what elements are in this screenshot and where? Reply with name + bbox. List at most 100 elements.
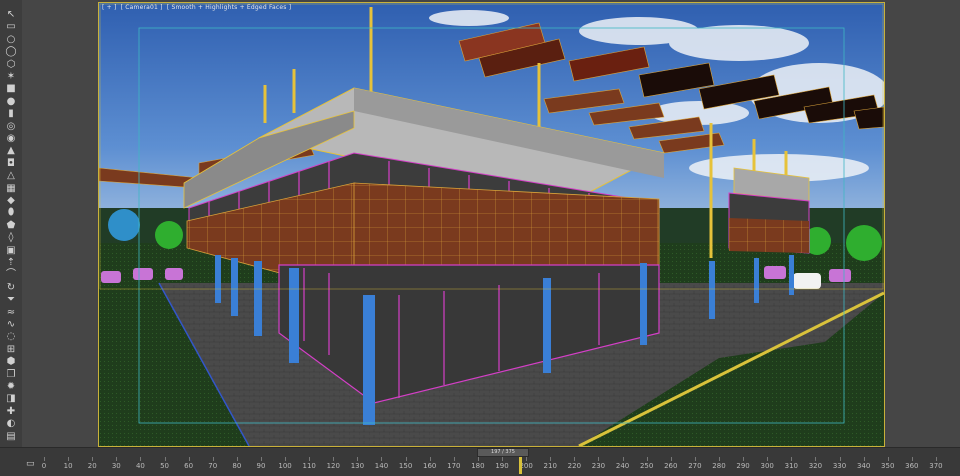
timeline-tick-label: 330 (832, 462, 847, 470)
timeline-tick (68, 457, 70, 461)
timeline[interactable]: 197 / 375 ▭ 0 10 20 30 40 50 60 70 80 90 100 110 120… (0, 447, 960, 476)
tube-icon[interactable]: ◘ (4, 157, 18, 170)
torus-icon[interactable]: ◎ (4, 120, 18, 133)
star-icon[interactable]: ✶ (4, 70, 18, 83)
pyramid-icon[interactable]: △ (4, 169, 18, 182)
timeline-tick (333, 457, 335, 461)
create-toolbar: ↖ ▭ ○ ◯ ⬡ ✶ ■ ● ▮ ◎ ◉ ▲ ◘ △ ▦ ◆ ⬮ ⬟ ◊ ▣ ⇡ ⌒ ↻ ⏷ ≈ ∿ ◌ ⊞ ⬢ ❐ ✹ ◨ ✚ ◐ ▤ (0, 0, 23, 452)
viewport-camera-label[interactable]: [ Camera01 ] (121, 4, 163, 11)
teapot-icon[interactable]: ◉ (4, 132, 18, 145)
timeline-tick-label: 20 (87, 462, 97, 470)
timeline-tick (598, 457, 600, 461)
timeline-tick (791, 457, 793, 461)
select-object-icon[interactable]: ↖ (4, 8, 18, 21)
helper-icon[interactable]: ✚ (4, 405, 18, 418)
viewport-menu[interactable]: [ + ] (102, 4, 117, 11)
render-icon[interactable]: ▤ (4, 430, 18, 443)
timeline-tick (188, 457, 190, 461)
timeline-tick-label: 140 (374, 462, 389, 470)
noise-icon[interactable]: ≈ (4, 306, 18, 319)
timeline-tick (935, 457, 937, 461)
timeline-tick-label: 110 (302, 462, 316, 470)
timeline-tick-label: 150 (398, 462, 413, 470)
timeline-tick-label: 260 (664, 462, 678, 470)
timeline-tick (140, 457, 142, 461)
timeline-track[interactable]: 0 10 20 30 40 50 60 70 80 90 100 110 120 130 140 150 160… (42, 457, 948, 474)
spindle-icon[interactable]: ◊ (4, 231, 18, 244)
timeline-tick (670, 457, 672, 461)
timeline-tick (743, 457, 745, 461)
timeline-tick-label: 220 (567, 462, 582, 470)
viewport-label[interactable]: [ + ] [ Camera01 ] [ Smooth + Highlights… (102, 4, 293, 11)
timeline-tick (381, 457, 383, 461)
timeline-tick (116, 457, 118, 461)
timeline-tick (718, 457, 720, 461)
timeline-tick-label: 230 (591, 462, 606, 470)
timeline-tick-label: 270 (688, 462, 702, 470)
timeline-tick (887, 457, 889, 461)
camera-icon[interactable]: ◨ (4, 392, 18, 405)
timeline-tick (767, 457, 769, 461)
timeline-tick (863, 457, 865, 461)
timeline-tick (815, 457, 817, 461)
cylinder-icon[interactable]: ▮ (4, 107, 18, 120)
viewport-shading-label[interactable]: [ Smooth + Highlights + Edged Faces ] (167, 4, 291, 11)
ngon-icon[interactable]: ⬡ (4, 58, 18, 71)
timeline-tick-label: 190 (495, 462, 509, 470)
timeline-tick-label: 340 (856, 462, 871, 470)
viewport-left-gutter (22, 0, 98, 447)
timeline-tick (164, 457, 166, 461)
rectangle-icon[interactable]: ▭ (4, 20, 18, 33)
cone-icon[interactable]: ▲ (4, 144, 18, 157)
timeline-tick (92, 457, 94, 461)
timeline-tick-label: 280 (712, 462, 726, 470)
material-icon[interactable]: ◐ (4, 417, 18, 430)
timeline-tick (212, 457, 214, 461)
timeline-tick-label: 210 (543, 462, 557, 470)
timeline-tick-label: 240 (615, 462, 630, 470)
timeline-tick-label: 170 (447, 462, 461, 470)
timeline-toggle-icon[interactable]: ▭ (26, 459, 35, 469)
mesh-smooth-icon[interactable]: ⬢ (4, 355, 18, 368)
timeline-tick (285, 457, 287, 461)
lattice-icon[interactable]: ⊞ (4, 343, 18, 356)
extrude-icon[interactable]: ⇡ (4, 256, 18, 269)
timeline-tick (646, 457, 648, 461)
timeline-tick (357, 457, 359, 461)
timeline-tick-label: 310 (784, 462, 798, 470)
sphere-icon[interactable]: ● (4, 95, 18, 108)
wave-icon[interactable]: ∿ (4, 318, 18, 331)
timeline-tick-label: 180 (471, 462, 485, 470)
twist-icon[interactable]: ↻ (4, 281, 18, 294)
timeline-tick (694, 457, 696, 461)
playhead[interactable] (518, 457, 522, 474)
timeline-tick-label: 50 (160, 462, 169, 470)
bend-icon[interactable]: ⌒ (4, 268, 18, 281)
timeline-tick-label: 350 (881, 462, 895, 470)
annex-facade (729, 218, 809, 253)
timeline-tick-label: 40 (135, 462, 145, 470)
ripple-icon[interactable]: ◌ (4, 330, 18, 343)
timeline-tick (477, 457, 479, 461)
plane-icon[interactable]: ▦ (4, 182, 18, 195)
camera-viewport[interactable]: [ + ] [ Camera01 ] [ Smooth + Highlights… (98, 2, 885, 447)
viewport-scene[interactable] (99, 3, 884, 446)
light-icon[interactable]: ✹ (4, 380, 18, 393)
timeline-tick-label: 160 (423, 462, 437, 470)
geosphere-icon[interactable]: ◆ (4, 194, 18, 207)
time-slider[interactable]: 197 / 375 (477, 448, 529, 457)
hedra-icon[interactable]: ⬟ (4, 219, 18, 232)
circle-icon[interactable]: ○ (4, 33, 18, 46)
ellipse-icon[interactable]: ◯ (4, 45, 18, 58)
timeline-tick (405, 457, 407, 461)
timeline-tick-label: 120 (326, 462, 340, 470)
timeline-tick-label: 70 (208, 462, 218, 470)
timeline-tick-label: 320 (808, 462, 823, 470)
taper-icon[interactable]: ⏷ (4, 293, 18, 306)
box-icon[interactable]: ■ (4, 82, 18, 95)
timeline-tick-label: 100 (278, 462, 292, 470)
capsule-icon[interactable]: ⬮ (4, 206, 18, 219)
shell-icon[interactable]: ❐ (4, 368, 18, 381)
chamfer-box-icon[interactable]: ▣ (4, 244, 18, 257)
timeline-tick (574, 457, 576, 461)
